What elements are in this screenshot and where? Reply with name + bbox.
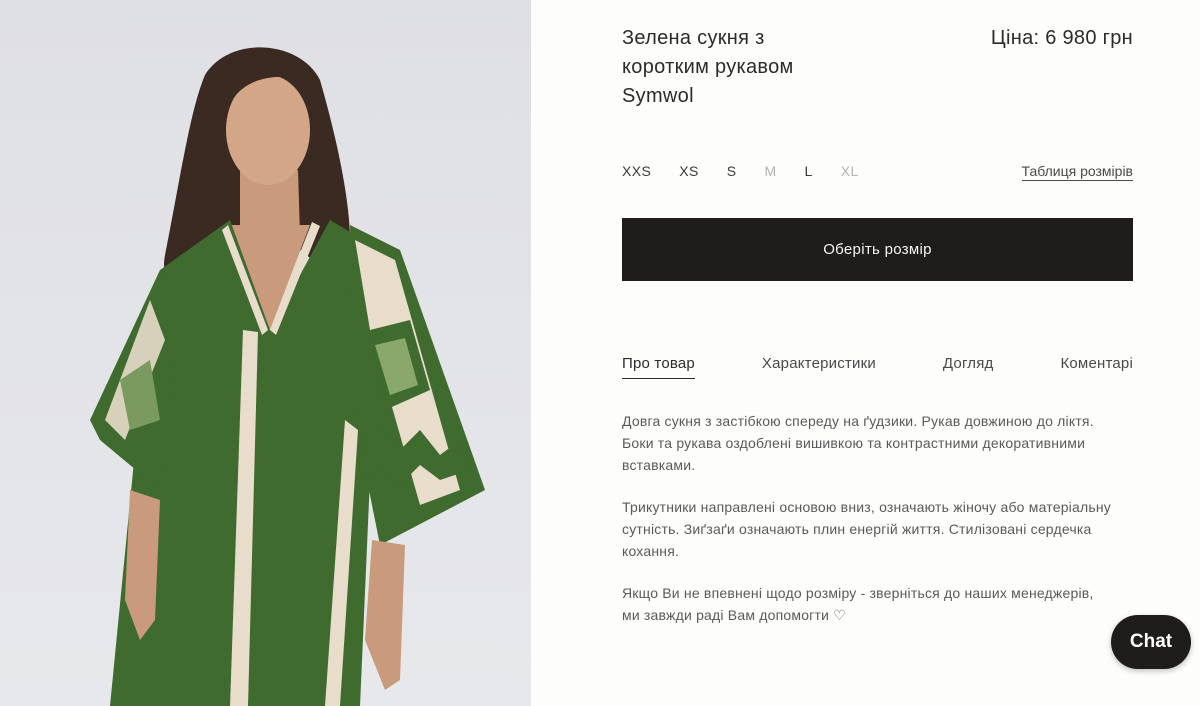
tab-care[interactable]: Догляд (943, 355, 994, 379)
product-info: Зелена сукня з коротким рукавом Symwol Ц… (622, 0, 1133, 706)
tab-characteristics[interactable]: Характеристики (762, 355, 876, 379)
size-option-l[interactable]: L (805, 161, 813, 181)
tab-about-product[interactable]: Про товар (622, 355, 695, 379)
choose-size-button[interactable]: Оберіть розмір (622, 218, 1133, 281)
product-title: Зелена сукня з коротким рукавом Symwol (622, 27, 794, 107)
tab-comments[interactable]: Коментарі (1060, 355, 1133, 379)
size-option-xs[interactable]: XS (679, 161, 698, 181)
size-option-xxs[interactable]: XXS (622, 161, 651, 181)
description-paragraph: Трикутники направлені основою вниз, озна… (622, 499, 1111, 559)
chat-button[interactable]: Chat (1111, 615, 1191, 669)
product-image (0, 0, 531, 706)
product-description: Довга сукня з застібкою спереду на ґудзи… (622, 410, 1112, 646)
size-option-m[interactable]: M (764, 161, 776, 181)
product-tabs: Про товар Характеристики Догляд Коментар… (622, 355, 1133, 379)
description-paragraph: Довга сукня з застібкою спереду на ґудзи… (622, 413, 1094, 473)
size-option-xl[interactable]: XL (841, 161, 859, 181)
dress-photo-illustration (90, 47, 485, 706)
description-paragraph: Якщо Ви не впевнені щодо розміру - зверн… (622, 585, 1094, 623)
size-option-s[interactable]: S (727, 161, 737, 181)
size-table-link[interactable]: Таблиця розмірів (1021, 163, 1133, 181)
size-selector: XXS XS S M L XL (622, 161, 887, 181)
product-price: Ціна: 6 980 грн (990, 27, 1133, 49)
